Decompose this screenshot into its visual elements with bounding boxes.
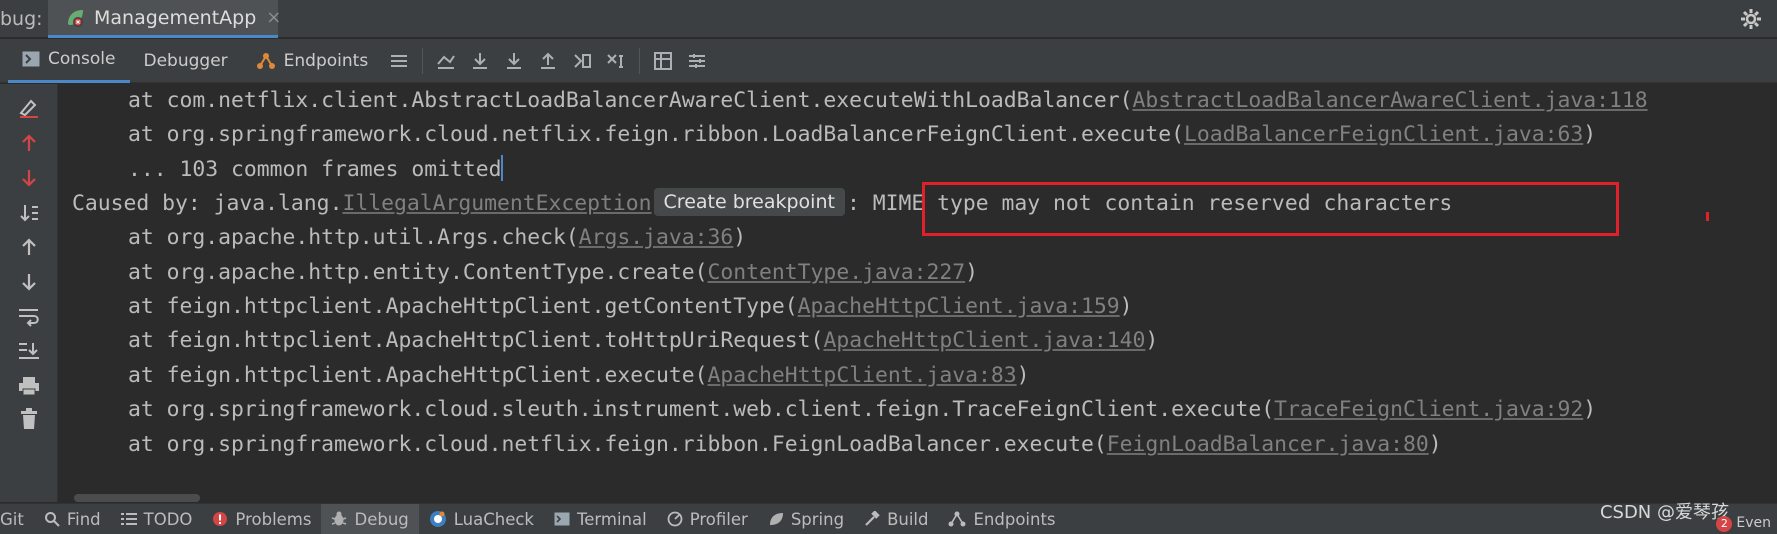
- search-icon: [44, 511, 60, 527]
- problems-icon: [212, 511, 228, 527]
- event-log-button[interactable]: 2 Even: [1716, 515, 1771, 532]
- spring-icon: [768, 511, 784, 527]
- show-execution-point-icon[interactable]: [429, 39, 463, 83]
- tool-terminal[interactable]: Terminal: [544, 504, 657, 534]
- source-link[interactable]: FeignLoadBalancer.java:80: [1107, 432, 1429, 457]
- source-link[interactable]: ApacheHttpClient.java:159: [798, 294, 1120, 319]
- trash-icon[interactable]: [16, 406, 42, 432]
- toolbar-divider: [639, 47, 641, 74]
- stack-line: at feign.httpclient.ApacheHttpClient.exe…: [128, 363, 1030, 388]
- tool-problems[interactable]: Problems: [202, 504, 321, 534]
- horizontal-scrollbar[interactable]: [74, 494, 200, 502]
- down-red-icon[interactable]: [16, 165, 42, 191]
- stack-line: at com.netflix.client.AbstractLoadBalanc…: [128, 88, 1648, 113]
- tool-endpoints[interactable]: Endpoints: [938, 504, 1065, 534]
- settings-list-icon[interactable]: [680, 39, 714, 83]
- close-icon[interactable]: ×: [266, 7, 281, 28]
- scroll-to-end-icon[interactable]: [16, 338, 42, 364]
- debug-tab-bar: bug: ManagementApp ×: [0, 0, 1777, 38]
- terminal-icon: [554, 512, 570, 526]
- frames-omitted-line: ... 103 common frames omitted: [128, 155, 504, 182]
- tool-window-bar: Git Find TODO Problems Debug LuaCheck Te…: [0, 503, 1777, 534]
- debug-toolbar: Console Debugger Endpoints: [0, 39, 1777, 83]
- tool-build[interactable]: Build: [854, 504, 938, 534]
- down-icon[interactable]: [16, 269, 42, 295]
- hammer-icon: [864, 511, 880, 527]
- tool-git[interactable]: Git: [0, 504, 34, 534]
- stack-line: at org.springframework.cloud.netflix.fei…: [128, 432, 1442, 457]
- exception-link[interactable]: IllegalArgumentException: [342, 191, 651, 216]
- run-config-tab[interactable]: ManagementApp ×: [48, 0, 281, 38]
- step-into-icon[interactable]: [497, 39, 531, 83]
- clear-icon[interactable]: [16, 94, 42, 120]
- tool-find[interactable]: Find: [34, 504, 111, 534]
- endpoints-icon: [256, 52, 276, 70]
- profiler-icon: [667, 511, 683, 527]
- tool-todo[interactable]: TODO: [111, 504, 203, 534]
- spring-app-icon: [64, 7, 86, 29]
- run-to-cursor-icon[interactable]: [565, 39, 599, 83]
- stack-line: at org.apache.http.entity.ContentType.cr…: [128, 260, 978, 285]
- create-breakpoint-button[interactable]: Create breakpoint: [653, 188, 845, 216]
- annotation-highlight-box: [922, 182, 1619, 236]
- force-step-icon[interactable]: [599, 39, 633, 83]
- source-link[interactable]: TraceFeignClient.java:92: [1274, 397, 1583, 422]
- step-out-icon[interactable]: [531, 39, 565, 83]
- tab-console-label: Console: [48, 49, 116, 69]
- table-icon[interactable]: [646, 39, 680, 83]
- annotation-mark: [1706, 212, 1709, 221]
- tab-console[interactable]: Console: [8, 39, 130, 83]
- console-icon: [22, 51, 40, 67]
- stack-line: at feign.httpclient.ApacheHttpClient.get…: [128, 294, 1133, 319]
- tab-debugger-label: Debugger: [143, 50, 228, 71]
- console-gutter: [0, 84, 58, 502]
- bug-icon: [331, 511, 347, 527]
- list-icon[interactable]: [382, 39, 416, 83]
- source-link[interactable]: Args.java:36: [579, 225, 734, 250]
- debug-label: bug:: [0, 8, 43, 30]
- event-log-label: Even: [1736, 515, 1771, 531]
- tool-luacheck[interactable]: LuaCheck: [419, 504, 544, 534]
- todo-icon: [120, 512, 137, 526]
- endpoints-icon: [948, 511, 966, 527]
- event-count-badge: 2: [1716, 516, 1733, 532]
- tool-profiler[interactable]: Profiler: [657, 504, 758, 534]
- gear-icon[interactable]: [1739, 7, 1763, 31]
- print-icon[interactable]: [16, 373, 42, 399]
- source-link[interactable]: ContentType.java:227: [708, 260, 966, 285]
- text-caret: [501, 155, 504, 181]
- sort-icon[interactable]: [16, 200, 42, 226]
- tab-debugger[interactable]: Debugger: [130, 39, 242, 83]
- tool-spring[interactable]: Spring: [758, 504, 854, 534]
- stack-line: at feign.httpclient.ApacheHttpClient.toH…: [128, 328, 1159, 353]
- tab-endpoints[interactable]: Endpoints: [242, 39, 383, 83]
- stack-line: at org.springframework.cloud.sleuth.inst…: [128, 397, 1597, 422]
- run-tab-label: ManagementApp: [94, 6, 257, 29]
- source-link[interactable]: ApacheHttpClient.java:83: [708, 363, 1017, 388]
- source-link[interactable]: ApacheHttpClient.java:140: [823, 328, 1145, 353]
- console-output[interactable]: at com.netflix.client.AbstractLoadBalanc…: [58, 84, 1777, 502]
- tool-debug[interactable]: Debug: [321, 503, 419, 534]
- step-over-icon[interactable]: [463, 39, 497, 83]
- up-icon[interactable]: [16, 234, 42, 260]
- stack-line: at org.apache.http.util.Args.check(Args.…: [128, 225, 747, 250]
- stack-line: at org.springframework.cloud.netflix.fei…: [128, 122, 1597, 147]
- tab-endpoints-label: Endpoints: [283, 50, 369, 71]
- source-link[interactable]: AbstractLoadBalancerAwareClient.java:118: [1133, 88, 1648, 113]
- watermark-text: CSDN @爱琴孩: [1599, 502, 1729, 523]
- toolbar-divider: [422, 47, 424, 74]
- luacheck-icon: [429, 510, 447, 528]
- soft-wrap-icon[interactable]: [16, 304, 42, 330]
- source-link[interactable]: LoadBalancerFeignClient.java:63: [1184, 122, 1583, 147]
- up-red-icon[interactable]: [16, 130, 42, 156]
